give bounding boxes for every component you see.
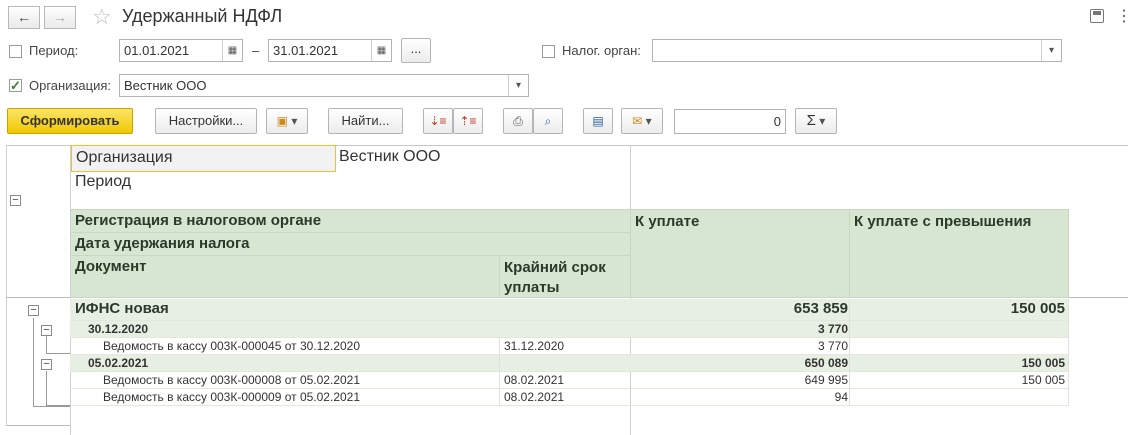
document-link[interactable]: Ведомость в кассу 003К-000008 от 05.02.2…: [103, 372, 360, 388]
tax-office-field[interactable]: ▾: [652, 39, 1062, 62]
to-pay-value: 649 995: [804, 373, 848, 387]
date-to-value: 31.01.2021: [273, 43, 339, 58]
header-to-pay-cell: К уплате: [630, 209, 850, 298]
collapse-group-toggle[interactable]: −: [41, 359, 52, 370]
header-to-pay-excess: К уплате с превышения: [854, 213, 1032, 230]
sort-descending-icon: ⇣≡: [429, 114, 447, 128]
print-preview-icon: ⌕: [544, 114, 552, 128]
arrow-left-icon: ←: [17, 9, 31, 25]
header-document: Документ: [75, 258, 147, 275]
sort-ascending-icon: ⇡≡: [459, 114, 477, 128]
find-button[interactable]: Найти...: [328, 108, 403, 134]
total-name: ИФНС новая: [75, 300, 169, 317]
save-icon[interactable]: [1090, 9, 1104, 23]
floppy-disk-icon: ▤: [592, 114, 604, 128]
printer-icon: ⎙: [513, 114, 523, 128]
send-email-button[interactable]: ✉ ▾: [621, 108, 663, 134]
arrow-right-icon: →: [53, 9, 67, 25]
org-param-label: Организация: [76, 149, 173, 166]
group-to-pay: 3 770: [817, 322, 848, 336]
more-menu-icon[interactable]: ⋮: [1116, 6, 1128, 26]
collapse-header-toggle[interactable]: −: [10, 195, 21, 206]
date-to-field[interactable]: 31.01.2021 ▦: [268, 39, 392, 62]
generate-button[interactable]: Сформировать: [7, 108, 133, 134]
organization-label: Организация:: [29, 78, 112, 93]
period-label: Период:: [29, 43, 79, 58]
clipboard-icon: ▣: [276, 114, 288, 128]
table-row[interactable]: Ведомость в кассу 003К-000045 от 30.12.2…: [70, 338, 1068, 355]
favorite-star-icon[interactable]: ☆: [92, 4, 112, 30]
excess-value: 150 005: [1021, 373, 1065, 387]
sort-asc-button[interactable]: ⇡≡: [453, 108, 483, 134]
collapse-tax-office-toggle[interactable]: −: [28, 305, 39, 316]
total-excess: 150 005: [1010, 300, 1065, 317]
group-row[interactable]: 05.02.2021 650 089 150 005: [70, 355, 1068, 372]
total-to-pay: 653 859: [793, 300, 848, 317]
header-to-pay: К уплате: [635, 213, 700, 230]
org-param-value: Вестник ООО: [339, 148, 441, 165]
org-param-cell[interactable]: Организация: [71, 145, 336, 172]
variants-button[interactable]: ▣ ▾: [266, 108, 308, 134]
deadline-value: 31.12.2020: [504, 339, 565, 353]
chevron-down-icon: ▾: [815, 114, 826, 128]
group-row[interactable]: 30.12.2020 3 770: [70, 321, 1068, 338]
sum-value-field[interactable]: 0: [674, 109, 786, 134]
date-from-field[interactable]: 01.01.2021 ▦: [119, 39, 243, 62]
document-link[interactable]: Ведомость в кассу 003К-000009 от 05.02.2…: [103, 389, 360, 405]
period-dash: –: [252, 43, 260, 58]
chevron-down-icon[interactable]: ▾: [508, 75, 528, 96]
to-pay-value: 94: [834, 390, 848, 404]
sigma-icon: Σ: [806, 112, 816, 129]
chevron-down-icon: ▾: [642, 114, 652, 128]
table-row[interactable]: Ведомость в кассу 003К-000008 от 05.02.2…: [70, 372, 1068, 389]
header-registration: Регистрация в налоговом органе: [75, 212, 322, 229]
organization-field[interactable]: Вестник ООО ▾: [119, 74, 529, 97]
forward-button[interactable]: →: [44, 6, 76, 29]
header-to-pay-excess-cell: К уплате с превышения: [849, 209, 1069, 298]
period-param-label: Период: [75, 173, 132, 190]
calendar-icon[interactable]: ▦: [371, 40, 391, 61]
print-button[interactable]: ⎙: [503, 108, 533, 134]
collapse-group-toggle[interactable]: −: [41, 325, 52, 336]
period-select-button[interactable]: ...: [401, 38, 431, 63]
to-pay-value: 3 770: [817, 339, 848, 353]
back-button[interactable]: ←: [8, 6, 40, 29]
deadline-value: 08.02.2021: [504, 390, 565, 404]
group-date: 30.12.2020: [88, 322, 149, 336]
envelope-icon: ✉: [632, 114, 643, 128]
chevron-down-icon[interactable]: ▾: [1041, 40, 1061, 61]
tax-office-label: Налог. орган:: [562, 43, 641, 58]
organization-value: Вестник ООО: [124, 78, 207, 93]
sort-desc-button[interactable]: ⇣≡: [423, 108, 453, 134]
date-from-value: 01.01.2021: [124, 43, 190, 58]
group-to-pay: 650 089: [804, 356, 848, 370]
header-date: Дата удержания налога: [75, 235, 250, 252]
tax-office-checkbox[interactable]: [542, 45, 555, 58]
sum-button[interactable]: Σ ▾: [795, 108, 837, 134]
group-date: 05.02.2021: [88, 356, 149, 370]
organization-checkbox[interactable]: ✓: [9, 79, 22, 92]
save-report-button[interactable]: ▤: [583, 108, 613, 134]
deadline-value: 08.02.2021: [504, 373, 565, 387]
page-title: Удержанный НДФЛ: [122, 6, 283, 26]
group-excess: 150 005: [1021, 356, 1065, 370]
preview-button[interactable]: ⌕: [533, 108, 563, 134]
calendar-icon[interactable]: ▦: [222, 40, 242, 61]
table-row[interactable]: Ведомость в кассу 003К-000009 от 05.02.2…: [70, 389, 1068, 406]
chevron-down-icon: ▾: [287, 114, 298, 128]
header-deadline: Крайний срок уплаты: [504, 259, 606, 296]
document-link[interactable]: Ведомость в кассу 003К-000045 от 30.12.2…: [103, 338, 360, 354]
period-checkbox[interactable]: [9, 45, 22, 58]
total-row[interactable]: ИФНС новая 653 859 150 005: [70, 299, 1068, 321]
settings-button[interactable]: Настройки...: [155, 108, 257, 134]
